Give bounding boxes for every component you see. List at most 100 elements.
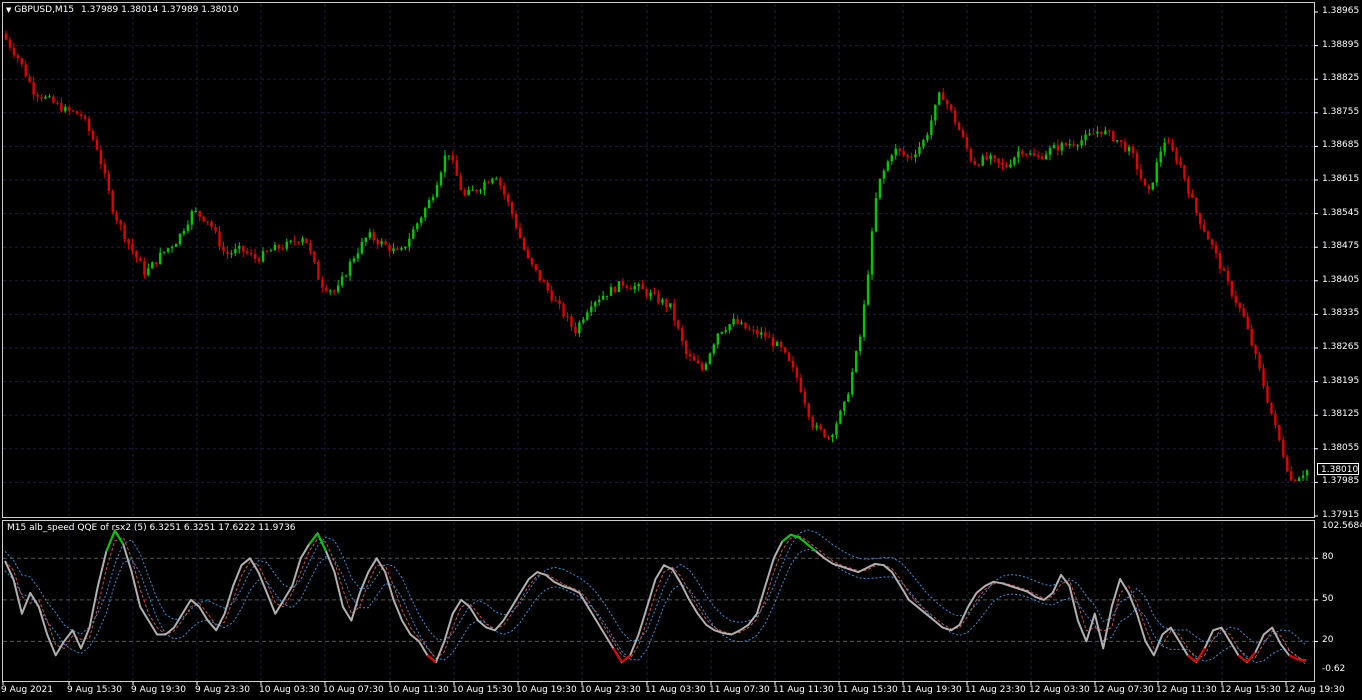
candle-body [1044,154,1048,160]
candle-body [420,217,423,224]
candle-body [1013,157,1016,165]
candle-body [1017,151,1020,158]
candle-body [997,158,1000,163]
candle-body [459,175,462,191]
candle-body [159,252,162,264]
candle-body [368,232,371,238]
candle-body [704,363,708,370]
candle-body [107,173,110,191]
candle-body [969,148,973,161]
time-axis-label: 10 Aug 07:30 [323,685,384,695]
candle-body [60,103,63,112]
candle-body [439,172,443,186]
candle-body [783,347,787,353]
candle-body [870,231,874,275]
candle-body [562,304,565,317]
candle-body [1234,295,1238,303]
candle-body [135,250,138,258]
price-axis-label: 1.38055 [1322,442,1360,453]
candle-body [1116,140,1119,142]
candle-body [677,320,680,329]
price-axis-label: 1.38895 [1322,39,1360,50]
candle-body [1100,131,1103,135]
time-axis-label: 11 Aug 03:30 [645,685,706,695]
candle-body [839,410,842,424]
price-axis-label: 1.38405 [1322,274,1360,285]
collapse-triangle-icon[interactable]: ▼ [6,6,11,14]
candle-body [4,33,8,40]
candle-body [1001,162,1004,166]
candle-body [281,248,284,250]
candle-body [1293,479,1297,481]
candle-body [1112,131,1115,142]
candle-body [257,258,261,262]
candle-body [317,261,320,280]
candle-body [621,281,625,286]
candle-body [24,64,27,77]
candle-body [1242,308,1245,317]
price-axis-label: 1.38755 [1322,106,1360,117]
candle-body [977,164,980,166]
price-axis-label: 1.38545 [1322,207,1360,218]
candle-body [1139,169,1143,179]
candle-body [613,287,617,293]
candle-body [712,344,716,354]
candle-body [1021,151,1024,155]
candle-body [835,423,838,435]
candle-body [499,178,502,186]
candle-body [566,316,569,318]
price-axis-label: 1.37985 [1322,476,1360,487]
candle-body [1068,144,1071,146]
time-axis-label: 11 Aug 15:30 [837,685,898,695]
qqe-extreme-segment [1297,658,1307,662]
candle-body [989,155,992,160]
candle-body [1246,316,1249,329]
candle-body [1036,155,1040,157]
candle-body [214,227,217,232]
price-axis-label: 1.38475 [1322,241,1360,252]
candle-body [344,275,348,277]
candle-body [590,306,593,313]
candle-body [451,155,455,161]
candle-body [265,251,269,253]
candle-body [1191,193,1194,198]
time-axis-label: 12 Aug 15:30 [1220,685,1281,695]
candle-body [1096,131,1099,134]
candle-body [64,106,67,112]
indicator-axis-label: 50 [1322,593,1334,604]
candle-body [1167,142,1170,144]
candle-body [601,295,605,300]
candle-body [198,211,201,217]
candle-body [669,303,672,307]
price-axis-label: 1.38685 [1322,140,1360,151]
candle-body [764,332,767,337]
candle-body [115,212,118,221]
candle-body [898,148,901,152]
candle-body [720,331,723,334]
indicator-axis-label: 80 [1322,552,1334,563]
candle-body [340,276,344,286]
candle-body [1104,130,1107,135]
candle-body [507,194,510,203]
candle-body [427,200,431,209]
candle-body [922,140,925,147]
candle-body [1214,244,1218,254]
time-axis-label: 9 Aug 19:30 [131,685,186,695]
indicator-axis-label: 20 [1322,635,1334,646]
candle-body [1072,144,1075,146]
time-axis-label: 10 Aug 03:30 [259,685,320,695]
candle-body [637,284,640,287]
candle-body [522,238,526,250]
candle-body [1290,471,1293,480]
candle-body [52,96,55,103]
chart-header: ▼ GBPUSD,M15 1.37989 1.38014 1.37989 1.3… [6,5,238,15]
price-axis-label: 1.38265 [1322,342,1360,352]
candle-body [435,185,439,198]
candle-body [475,189,478,192]
candle-body [1250,328,1253,346]
candle-body [570,316,573,327]
candle-body [910,156,913,158]
time-axis-label: 9 Aug 23:30 [195,685,250,695]
candle-body [740,322,743,324]
candle-body [336,285,340,292]
